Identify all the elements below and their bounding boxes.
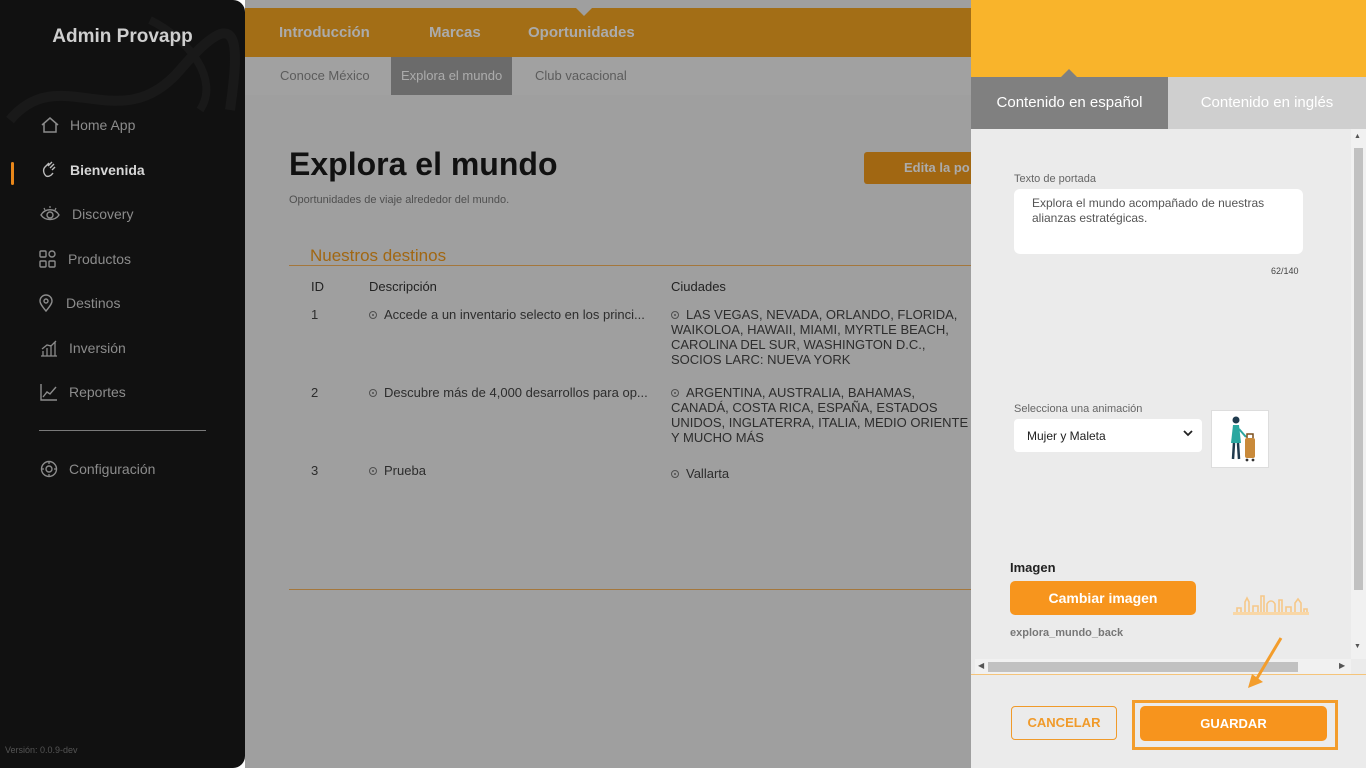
location-pin-icon — [36, 293, 56, 313]
line-chart-icon — [39, 382, 59, 402]
sidebar-item-label: Productos — [68, 251, 132, 267]
sidebar-item-reportes[interactable]: Reportes — [39, 381, 126, 403]
sidebar-item-configuracion[interactable]: Configuración — [39, 458, 155, 480]
sidebar: Admin Provapp Home App Bienvenida Discov… — [0, 0, 245, 768]
gear-icon — [39, 459, 59, 479]
cover-text-input[interactable]: Explora el mundo acompañado de nuestras … — [1014, 189, 1303, 254]
sidebar-divider — [39, 430, 206, 431]
save-button-highlight: GUARDAR — [1132, 700, 1338, 750]
grid-icon — [38, 249, 58, 269]
home-icon — [40, 115, 60, 135]
chevron-down-icon — [1183, 428, 1193, 441]
animation-label: Selecciona una animación — [1014, 403, 1143, 415]
sidebar-item-home-app[interactable]: Home App — [40, 114, 135, 136]
sidebar-item-label: Destinos — [66, 295, 121, 311]
tab-contenido-ingles[interactable]: Contenido en inglés — [1168, 77, 1366, 129]
active-nav-indicator — [11, 162, 14, 185]
pointer-arrow-icon — [1248, 637, 1283, 688]
image-filename: explora_mundo_back — [1010, 627, 1124, 639]
edit-drawer: Contenido en español Contenido en inglés… — [971, 0, 1366, 768]
scroll-up-icon[interactable]: ▲ — [1354, 133, 1361, 140]
sidebar-item-destinos[interactable]: Destinos — [36, 292, 120, 314]
sidebar-item-productos[interactable]: Productos — [38, 248, 131, 270]
scroll-left-icon[interactable]: ◀ — [978, 661, 984, 670]
save-button[interactable]: GUARDAR — [1140, 706, 1327, 741]
sidebar-item-label: Discovery — [72, 206, 134, 222]
tab-contenido-espanol[interactable]: Contenido en español — [971, 77, 1168, 129]
animation-select-value: Mujer y Maleta — [1027, 429, 1106, 443]
modal-backdrop[interactable] — [245, 0, 971, 768]
bar-chart-icon — [39, 338, 59, 358]
sidebar-item-label: Configuración — [69, 461, 156, 477]
scrollbar-thumb[interactable] — [1354, 148, 1363, 590]
change-image-button[interactable]: Cambiar imagen — [1010, 581, 1196, 615]
background-image-thumbnail — [1233, 595, 1309, 615]
sidebar-item-discovery[interactable]: Discovery — [40, 203, 133, 225]
active-tab-notch — [1061, 69, 1077, 77]
sidebar-item-label: Bienvenida — [70, 162, 145, 178]
main-content: Introducción Marcas Oportunidades Conoce… — [245, 0, 971, 768]
sidebar-item-bienvenida[interactable]: Bienvenida — [40, 159, 145, 181]
cancel-button[interactable]: CANCELAR — [1011, 706, 1117, 740]
eye-icon — [40, 204, 60, 224]
drawer-footer: CANCELAR GUARDAR — [971, 674, 1366, 768]
sidebar-item-label: Home App — [70, 117, 136, 133]
image-label: Imagen — [1010, 560, 1056, 575]
vertical-scrollbar[interactable]: ▲ ▼ — [1351, 129, 1366, 659]
animation-select[interactable]: Mujer y Maleta — [1014, 419, 1202, 452]
scroll-right-icon[interactable]: ▶ — [1339, 661, 1345, 670]
sidebar-item-inversion[interactable]: Inversión — [39, 337, 126, 359]
animation-preview-image — [1211, 410, 1269, 468]
decorative-swirl — [6, 16, 240, 124]
scroll-down-icon[interactable]: ▼ — [1354, 643, 1361, 650]
char-counter: 62/140 — [1271, 266, 1299, 276]
cover-text-label: Texto de portada — [1014, 173, 1096, 185]
sidebar-item-label: Inversión — [69, 340, 126, 356]
version-label: Versión: 0.0.9-dev — [5, 745, 78, 755]
wave-hand-icon — [40, 160, 60, 180]
brand-title: Admin Provapp — [52, 26, 193, 47]
drawer-header — [971, 0, 1366, 77]
sidebar-item-label: Reportes — [69, 384, 126, 400]
horizontal-scrollbar[interactable]: ◀ ▶ — [975, 659, 1351, 674]
